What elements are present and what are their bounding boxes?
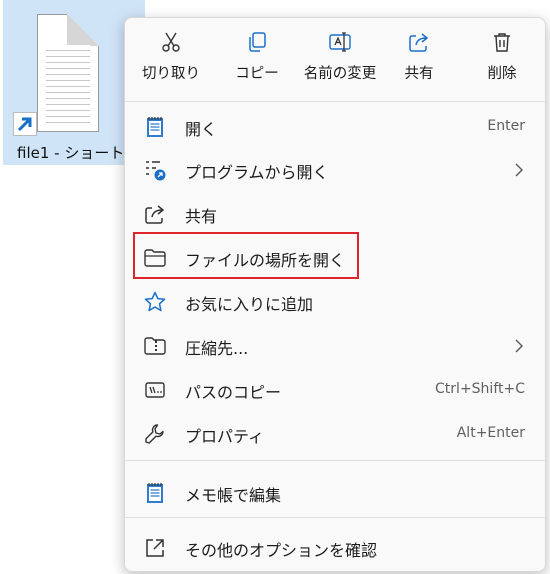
rename-label: 名前の変更 <box>303 66 377 82</box>
shortcut-text: Alt+Enter <box>456 425 525 441</box>
menu-item-label: 共有 <box>185 207 218 226</box>
separator <box>125 101 545 102</box>
highlight-box <box>133 232 359 279</box>
more-options-icon <box>146 539 164 557</box>
share-icon <box>145 205 165 224</box>
copy-icon <box>249 32 266 52</box>
cut-label: 切り取り <box>142 66 200 82</box>
context-menu-toolbar: 切り取り コピー 名前の変更 共有 削除 <box>125 18 545 98</box>
scissors-icon <box>162 32 180 52</box>
menu-item-copy-path[interactable]: パスのコピー Ctrl+Shift+C <box>131 370 539 410</box>
share-button[interactable]: 共有 <box>387 30 451 92</box>
menu-item-label: 圧縮先... <box>185 339 249 358</box>
wrench-icon <box>145 424 164 444</box>
menu-item-label: プロパティ <box>185 427 265 446</box>
menu-item-label: お気に入りに追加 <box>185 295 314 314</box>
menu-item-open-with[interactable]: プログラムから開く <box>131 150 539 190</box>
menu-item-compress[interactable]: 圧縮先... <box>131 326 539 366</box>
trash-icon <box>494 33 510 52</box>
document-icon <box>37 14 99 132</box>
menu-item-open[interactable]: 開く Enter <box>131 107 539 147</box>
copy-path-icon <box>145 382 165 398</box>
chevron-right-icon <box>515 339 523 353</box>
chevron-right-icon <box>515 163 523 177</box>
menu-item-show-more-options[interactable]: その他のオプションを確認 <box>131 528 539 568</box>
menu-item-edit-notepad[interactable]: メモ帳で編集 <box>131 473 539 513</box>
star-icon <box>144 291 166 312</box>
shortcut-text: Enter <box>487 118 525 134</box>
rename-icon <box>329 32 351 52</box>
zip-folder-icon <box>144 337 166 355</box>
copy-label: コピー <box>235 66 279 82</box>
context-menu: 切り取り コピー 名前の変更 共有 削除 開く Enter プログラムから開く … <box>124 17 546 572</box>
separator <box>125 460 545 461</box>
notepad-icon <box>147 117 163 137</box>
share-icon <box>409 33 429 52</box>
copy-button[interactable]: コピー <box>221 30 293 92</box>
menu-item-label: その他のオプションを確認 <box>185 541 378 560</box>
menu-item-share[interactable]: 共有 <box>131 194 539 234</box>
open-with-icon <box>146 161 166 181</box>
menu-item-label: プログラムから開く <box>185 163 329 182</box>
menu-item-add-favorites[interactable]: お気に入りに追加 <box>131 282 539 322</box>
separator <box>125 517 545 518</box>
menu-item-label: 開く <box>185 120 218 139</box>
menu-item-properties[interactable]: プロパティ Alt+Enter <box>131 414 539 454</box>
menu-item-label: メモ帳で編集 <box>185 486 282 505</box>
delete-label: 削除 <box>487 66 517 82</box>
notepad-icon <box>147 483 163 503</box>
menu-item-label: パスのコピー <box>185 383 282 402</box>
shortcut-text: Ctrl+Shift+C <box>435 381 525 397</box>
rename-button[interactable]: 名前の変更 <box>295 30 385 92</box>
shortcut-arrow-icon <box>13 112 37 136</box>
share-label: 共有 <box>404 66 434 82</box>
delete-button[interactable]: 削除 <box>467 30 537 92</box>
cut-button[interactable]: 切り取り <box>135 30 207 92</box>
